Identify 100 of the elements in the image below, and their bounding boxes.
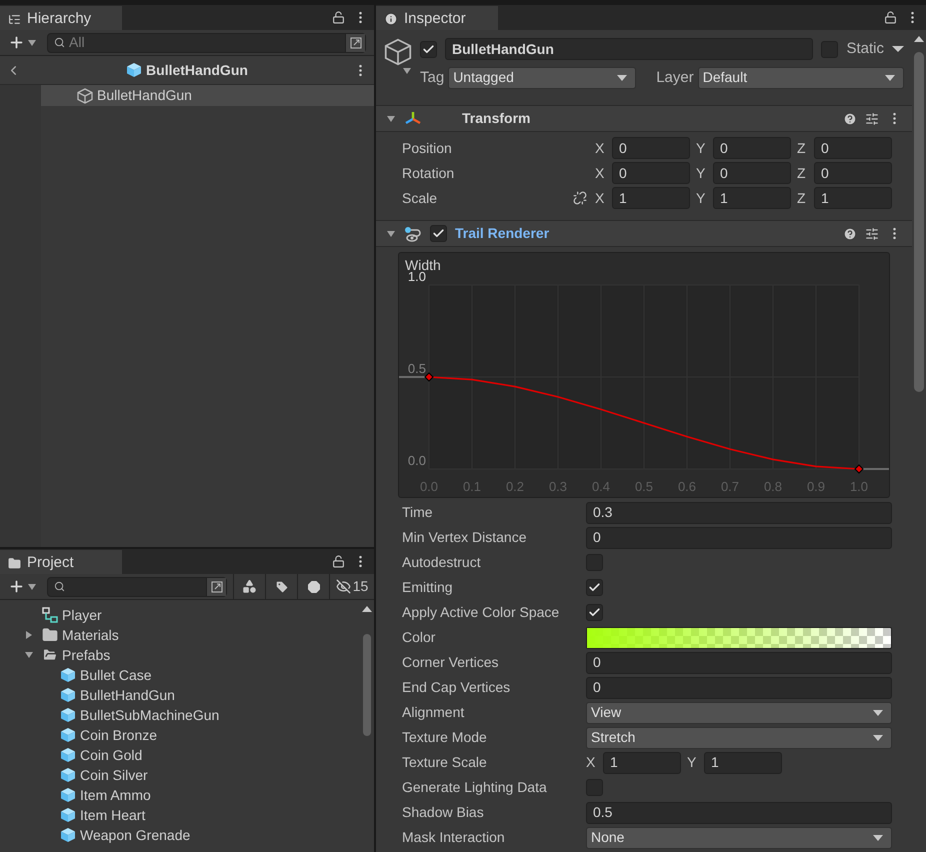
scroll-up-icon[interactable] (914, 36, 924, 42)
tag-label: Tag (420, 68, 444, 88)
caret-icon (885, 74, 895, 82)
input-field[interactable]: 1 (603, 752, 681, 774)
checkbox[interactable] (586, 604, 603, 621)
presets-icon[interactable] (865, 112, 879, 126)
input-field[interactable]: 0.5 (586, 802, 892, 824)
tree-item[interactable]: Materials (0, 625, 360, 645)
input-field[interactable]: 0 (612, 137, 690, 159)
input-field[interactable]: 0.3 (586, 502, 892, 524)
search-field[interactable] (47, 576, 227, 596)
component-title: Transform (462, 109, 532, 128)
cube-icon[interactable] (384, 38, 412, 66)
input-field[interactable]: 0 (612, 162, 690, 184)
input-field[interactable]: 0 (814, 137, 892, 159)
caret-icon[interactable] (892, 45, 904, 54)
presets-icon[interactable] (865, 226, 879, 240)
help-icon[interactable] (843, 226, 857, 240)
input-field[interactable]: 0 (713, 162, 791, 184)
tick-label: 0.0 (408, 453, 426, 468)
expand-icon[interactable] (210, 580, 222, 592)
tree-item[interactable]: Bullet Case (0, 665, 360, 685)
expand-icon[interactable] (350, 36, 362, 48)
tree-item[interactable]: Coin Silver (0, 765, 360, 785)
panel-tab[interactable]: Inspector (376, 6, 498, 30)
cube-icon (60, 667, 76, 683)
plus-icon (8, 34, 25, 51)
lock-icon[interactable] (332, 555, 345, 568)
tree-item[interactable]: Player (0, 605, 360, 625)
cube-icon (60, 827, 76, 843)
tree-item[interactable]: Coin Gold (0, 745, 360, 765)
input-field[interactable]: 1 (713, 187, 791, 209)
create-button[interactable] (8, 34, 37, 51)
folder-icon (42, 627, 58, 643)
component-header[interactable]: Transform (376, 105, 912, 132)
tree-item[interactable]: Item Ammo (0, 785, 360, 805)
dropdown[interactable]: None (586, 826, 892, 848)
keyframe-marker[interactable] (854, 464, 864, 474)
input-field[interactable]: 0 (586, 526, 892, 548)
tree-item[interactable]: Item Heart (0, 805, 360, 825)
lock-icon[interactable] (884, 11, 897, 24)
hierarchy-item[interactable]: BulletHandGun (41, 85, 374, 106)
caret-icon[interactable] (27, 582, 37, 592)
unlink-icon[interactable] (573, 191, 587, 205)
checkbox[interactable] (430, 225, 447, 242)
component-header[interactable]: Trail Renderer (376, 220, 912, 247)
caret-icon (873, 834, 883, 842)
create-button[interactable] (8, 578, 37, 595)
panel-tab[interactable]: Project (0, 550, 122, 574)
tree-item[interactable]: Coin Bronze (0, 725, 360, 745)
input-field[interactable]: BulletHandGun (445, 38, 814, 60)
input-field[interactable]: 0 (713, 137, 791, 159)
input-field[interactable]: 1 (704, 752, 782, 774)
axis-label: Y (696, 164, 706, 182)
expand-caret-icon[interactable] (24, 650, 34, 660)
help-icon[interactable] (843, 112, 857, 126)
cube-icon (60, 787, 76, 803)
collapse-caret-icon[interactable] (386, 228, 396, 238)
dropdown[interactable]: Stretch (586, 726, 892, 748)
checkbox[interactable] (420, 40, 437, 58)
input-field[interactable]: 0 (586, 676, 892, 698)
tree-item[interactable]: BulletHandGun (0, 685, 360, 705)
layer-label: Layer (656, 68, 694, 88)
expand-caret-icon[interactable] (24, 630, 34, 640)
checkbox[interactable] (586, 579, 603, 596)
property-label: Shadow Bias (402, 803, 485, 822)
dropdown[interactable]: Untagged (448, 66, 636, 89)
keyframe-marker[interactable] (424, 372, 434, 382)
tree-item[interactable]: Weapon Grenade (0, 825, 360, 845)
shapes-icon (242, 579, 257, 594)
scrollbar-thumb[interactable] (363, 634, 371, 736)
caret-icon (873, 708, 883, 716)
property-label: End Cap Vertices (402, 678, 512, 697)
caret-icon[interactable] (402, 66, 412, 76)
tick-label: 0.5 (408, 361, 426, 376)
scrollbar-thumb[interactable] (914, 52, 924, 392)
eye-off-icon (336, 579, 351, 594)
input-field[interactable]: 1 (814, 187, 892, 209)
hidden-packages-button[interactable]: 15 (329, 574, 374, 599)
info-icon (384, 12, 398, 26)
scroll-up-icon[interactable] (362, 606, 372, 612)
gradient-field[interactable] (586, 626, 892, 648)
input-field[interactable]: 0 (814, 162, 892, 184)
property-label: Color (402, 628, 436, 647)
trail-icon (404, 226, 422, 242)
tree-item[interactable]: Prefabs (0, 645, 360, 665)
dropdown[interactable]: Default (698, 66, 904, 89)
lock-icon[interactable] (332, 11, 345, 24)
tree-item[interactable]: BulletSubMachineGun (0, 705, 360, 725)
property-label: Texture Mode (402, 728, 488, 747)
tag-icon (274, 580, 288, 594)
caret-icon[interactable] (27, 38, 37, 48)
dropdown[interactable]: View (586, 702, 892, 724)
cube-icon (60, 807, 76, 823)
panel-tab[interactable]: Hierarchy (0, 6, 122, 30)
collapse-caret-icon[interactable] (386, 114, 396, 124)
input-field[interactable]: 0 (586, 652, 892, 674)
folder-icon (42, 647, 58, 663)
property-label: Position (402, 138, 453, 158)
input-field[interactable]: 1 (612, 187, 690, 209)
